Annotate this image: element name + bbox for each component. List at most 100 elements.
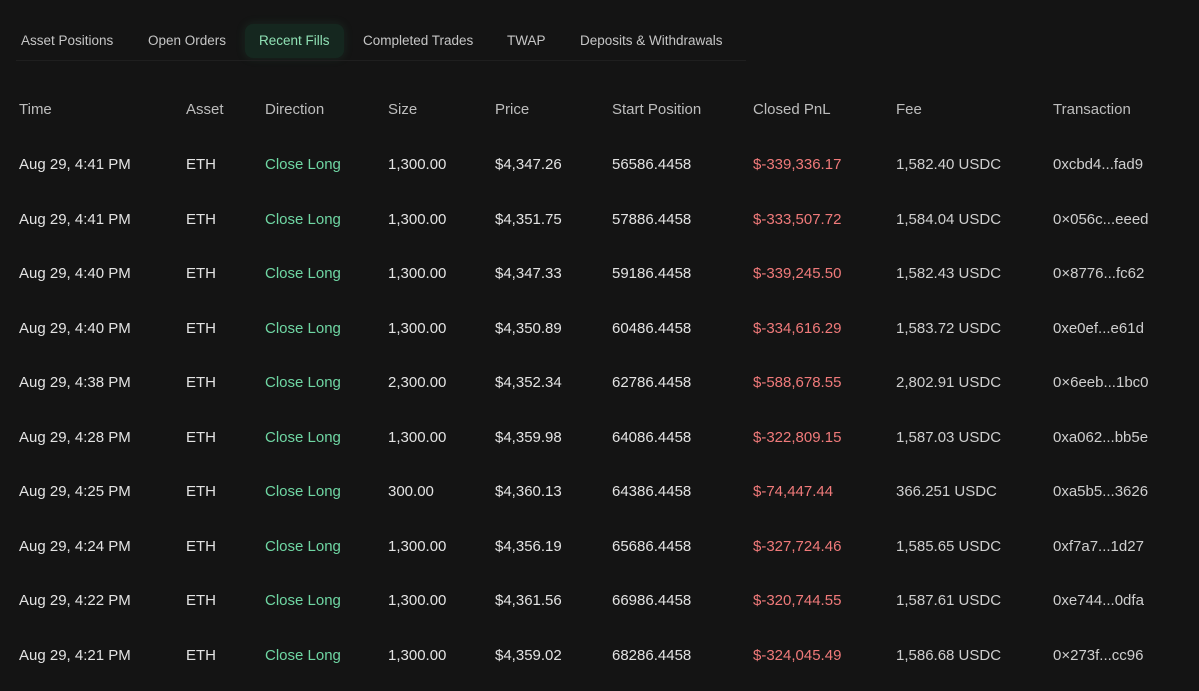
cell-closed-pnl: $-339,245.50 [753,265,842,282]
cell-direction: Close Long [265,374,341,391]
cell-start-position: 65686.4458 [612,537,692,555]
cell-asset: ETH [186,428,216,446]
header-time[interactable]: Time [19,84,52,138]
tab-divider [16,60,746,61]
cell-price: $4,352.34 [495,374,562,391]
cell-transaction-link[interactable]: 0×056c...eeed [1053,193,1149,248]
cell-closed-pnl: $-333,507.72 [753,210,842,228]
cell-start-position: 62786.4458 [612,374,692,391]
cell-direction: Close Long [265,156,341,173]
cell-size: 1,300.00 [388,265,447,282]
cell-time: Aug 29, 4:40 PM [19,265,131,282]
cell-closed-pnl: $-588,678.55 [753,374,842,391]
tab-bar: Asset Positions Open Orders Recent Fills… [0,0,1199,62]
cell-size: 1,300.00 [388,646,447,664]
cell-asset: ETH [186,483,216,500]
cell-fee: 1,584.04 USDC [896,210,1002,228]
cell-transaction-link[interactable]: 0×8776...fc62 [1053,247,1144,302]
cell-fee: 1,586.68 USDC [896,646,1002,664]
table-row: Aug 29, 4:41 PM ETH Close Long 1,300.00 … [0,193,1199,248]
cell-size: 2,300.00 [388,374,447,391]
cell-transaction-link[interactable]: 0×6eeb...1bc0 [1053,356,1149,411]
cell-transaction-link[interactable]: 0xcbd4...fad9 [1053,138,1143,193]
table-row: Aug 29, 4:41 PM ETH Close Long 1,300.00 … [0,138,1199,193]
cell-time: Aug 29, 4:25 PM [19,483,131,500]
tab-asset-positions[interactable]: Asset Positions [7,24,127,58]
cell-closed-pnl: $-324,045.49 [753,646,842,664]
cell-price: $4,347.26 [495,156,562,173]
cell-start-position: 64386.4458 [612,483,692,500]
header-closed-pnl[interactable]: Closed PnL [753,84,831,138]
cell-start-position: 68286.4458 [612,646,692,664]
cell-closed-pnl: $-327,724.46 [753,537,842,555]
cell-size: 1,300.00 [388,428,447,446]
cell-size: 300.00 [388,483,434,500]
cell-start-position: 64086.4458 [612,428,692,446]
cell-closed-pnl: $-74,447.44 [753,483,834,500]
header-asset[interactable]: Asset [186,84,224,138]
cell-size: 1,300.00 [388,537,447,555]
tab-deposits-withdrawals[interactable]: Deposits & Withdrawals [566,24,737,58]
cell-direction: Close Long [265,428,341,446]
header-direction[interactable]: Direction [265,84,324,138]
cell-time: Aug 29, 4:40 PM [19,319,131,337]
cell-asset: ETH [186,265,216,282]
table-row: Aug 29, 4:40 PM ETH Close Long 1,300.00 … [0,302,1199,357]
header-price[interactable]: Price [495,84,529,138]
cell-size: 1,300.00 [388,156,447,173]
cell-direction: Close Long [265,592,341,609]
cell-start-position: 66986.4458 [612,592,692,609]
cell-time: Aug 29, 4:41 PM [19,156,131,173]
cell-direction: Close Long [265,210,341,228]
cell-fee: 1,585.65 USDC [896,537,1002,555]
cell-transaction-link[interactable]: 0xa062...bb5e [1053,411,1148,466]
table-row: Aug 29, 4:40 PM ETH Close Long 1,300.00 … [0,247,1199,302]
cell-transaction-link[interactable]: 0xf7a7...1d27 [1053,520,1144,575]
cell-closed-pnl: $-339,336.17 [753,156,842,173]
table-row: Aug 29, 4:28 PM ETH Close Long 1,300.00 … [0,411,1199,466]
cell-time: Aug 29, 4:22 PM [19,592,131,609]
tab-recent-fills[interactable]: Recent Fills [245,24,344,58]
header-start-position[interactable]: Start Position [612,84,701,138]
cell-transaction-link[interactable]: 0×273f...cc96 [1053,629,1143,684]
cell-direction: Close Long [265,319,341,337]
header-fee[interactable]: Fee [896,84,922,138]
cell-asset: ETH [186,374,216,391]
table-row: Aug 29, 4:25 PM ETH Close Long 300.00 $4… [0,465,1199,520]
cell-direction: Close Long [265,265,341,282]
cell-price: $4,359.02 [495,646,562,664]
cell-transaction-link[interactable]: 0xe0ef...e61d [1053,302,1144,357]
cell-price: $4,359.98 [495,428,562,446]
cell-price: $4,356.19 [495,537,562,555]
cell-direction: Close Long [265,537,341,555]
cell-fee: 1,583.72 USDC [896,319,1002,337]
cell-transaction-link[interactable]: 0xa5b5...3626 [1053,465,1148,520]
tab-twap[interactable]: TWAP [493,24,560,58]
header-transaction[interactable]: Transaction [1053,84,1131,138]
cell-price: $4,360.13 [495,483,562,500]
cell-time: Aug 29, 4:41 PM [19,210,131,228]
header-size[interactable]: Size [388,84,417,138]
cell-price: $4,351.75 [495,210,562,228]
table-row: Aug 29, 4:38 PM ETH Close Long 2,300.00 … [0,356,1199,411]
cell-price: $4,347.33 [495,265,562,282]
cell-fee: 1,582.43 USDC [896,265,1002,282]
recent-fills-table: Time Asset Direction Size Price Start Po… [0,84,1199,683]
cell-start-position: 60486.4458 [612,319,692,337]
cell-time: Aug 29, 4:21 PM [19,646,131,664]
tab-completed-trades[interactable]: Completed Trades [349,24,487,58]
cell-size: 1,300.00 [388,592,447,609]
cell-direction: Close Long [265,646,341,664]
tab-open-orders[interactable]: Open Orders [134,24,240,58]
cell-asset: ETH [186,646,216,664]
cell-closed-pnl: $-320,744.55 [753,592,842,609]
cell-start-position: 59186.4458 [612,265,692,282]
cell-fee: 1,587.61 USDC [896,592,1002,609]
cell-asset: ETH [186,592,216,609]
cell-transaction-link[interactable]: 0xe744...0dfa [1053,574,1144,629]
cell-closed-pnl: $-322,809.15 [753,428,842,446]
table-row: Aug 29, 4:22 PM ETH Close Long 1,300.00 … [0,574,1199,629]
table-row: Aug 29, 4:24 PM ETH Close Long 1,300.00 … [0,520,1199,575]
cell-asset: ETH [186,210,216,228]
cell-closed-pnl: $-334,616.29 [753,319,842,337]
